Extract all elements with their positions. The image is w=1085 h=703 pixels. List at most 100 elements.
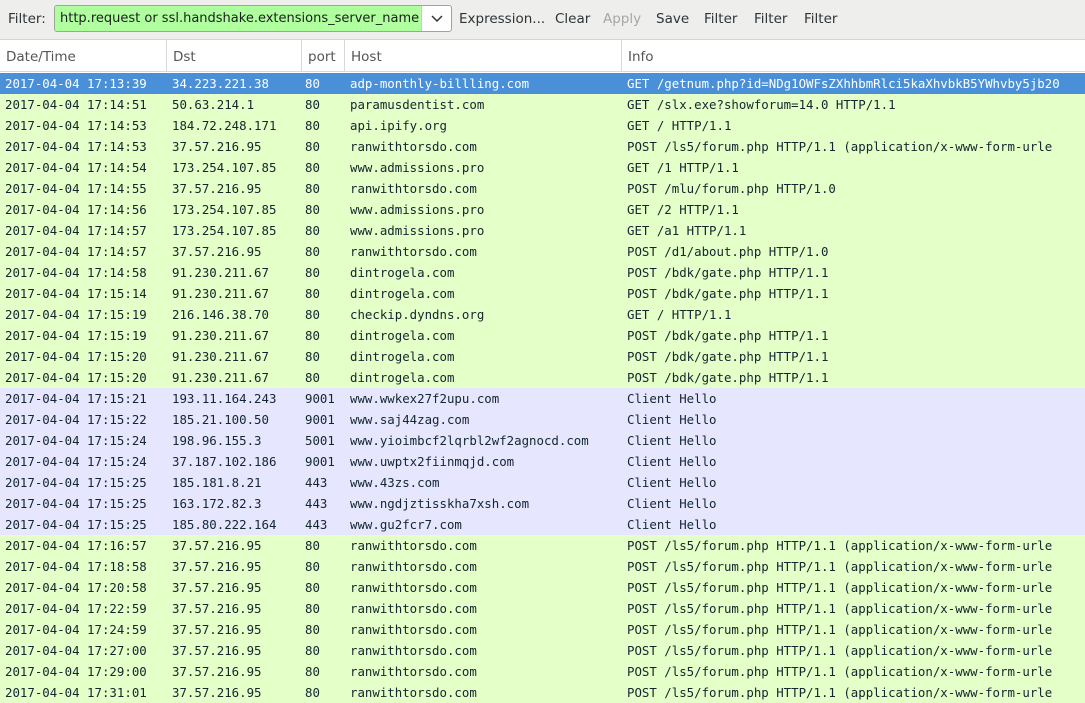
table-row[interactable]: 2017-04-04 17:27:00 37.57.216.95 80 ranwith… [0,640,1085,661]
column-header-info[interactable]: Info [622,40,1085,71]
cell-info: POST /ls5/forum.php HTTP/1.1 (applicatio… [627,622,1053,637]
table-row[interactable]: 2017-04-04 17:15:21 193.11.164.243 9001 www… [0,388,1085,409]
cell-info: POST /ls5/forum.php HTTP/1.1 (applicatio… [627,685,1053,700]
cell-host: dintrogela.com [350,349,455,364]
cell-info: Client Hello [627,412,717,427]
cell-info: POST /bdk/gate.php HTTP/1.1 [627,265,829,280]
cell-info: POST /bdk/gate.php HTTP/1.1 [627,286,829,301]
cell-host: www.admissions.pro [350,223,485,238]
table-row[interactable]: 2017-04-04 17:15:14 91.230.211.67 80 dintro… [0,283,1085,304]
cell-dst: 91.230.211.67 [172,265,269,280]
cell-port: 80 [305,664,320,679]
table-row[interactable]: 2017-04-04 17:15:22 185.21.100.50 9001 www.… [0,409,1085,430]
column-header-port[interactable]: port [302,40,345,71]
cell-info: POST /bdk/gate.php HTTP/1.1 [627,370,829,385]
table-row[interactable]: 2017-04-04 17:22:59 37.57.216.95 80 ranwith… [0,598,1085,619]
table-row[interactable]: 2017-04-04 17:15:25 185.80.222.164 443 www.… [0,514,1085,535]
cell-dst: 91.230.211.67 [172,370,269,385]
cell-host: www.43zs.com [350,475,440,490]
table-row[interactable]: 2017-04-04 17:24:59 37.57.216.95 80 ranwith… [0,619,1085,640]
cell-port: 80 [305,118,320,133]
cell-port: 80 [305,643,320,658]
table-row[interactable]: 2017-04-04 17:14:58 91.230.211.67 80 dintro… [0,262,1085,283]
cell-dst: 173.254.107.85 [172,223,277,238]
cell-info: POST /ls5/forum.php HTTP/1.1 (applicatio… [627,643,1053,658]
table-row[interactable]: 2017-04-04 17:15:24 37.187.102.186 9001 www… [0,451,1085,472]
table-row[interactable]: 2017-04-04 17:14:53 37.57.216.95 80 ranwith… [0,136,1085,157]
table-row[interactable]: 2017-04-04 17:15:20 91.230.211.67 80 dintro… [0,346,1085,367]
cell-datetime: 2017-04-04 17:14:58 [5,265,147,280]
cell-dst: 37.57.216.95 [172,244,262,259]
column-header-host[interactable]: Host [345,40,622,71]
table-row[interactable]: 2017-04-04 17:15:25 163.172.82.3 443 www.ng… [0,493,1085,514]
table-row[interactable]: 2017-04-04 17:14:57 173.254.107.85 80 www.a… [0,220,1085,241]
save-button[interactable]: Save [656,11,689,27]
cell-host: www.wwkex27f2upu.com [350,391,500,406]
display-filter-combo[interactable]: http.request or ssl.handshake.extensions… [54,5,452,32]
cell-datetime: 2017-04-04 17:16:57 [5,538,147,553]
cell-host: ranwithtorsdo.com [350,622,477,637]
cell-info: POST /ls5/forum.php HTTP/1.1 (applicatio… [627,139,1053,154]
cell-info: POST /mlu/forum.php HTTP/1.0 [627,181,836,196]
filter-dropdown-button[interactable] [423,6,451,31]
table-row[interactable]: 2017-04-04 17:15:25 185.181.8.21 443 www.43… [0,472,1085,493]
table-row[interactable]: 2017-04-04 17:14:54 173.254.107.85 80 www.a… [0,157,1085,178]
cell-dst: 216.146.38.70 [172,307,269,322]
display-filter-input[interactable]: http.request or ssl.handshake.extensions… [55,6,422,31]
column-header-datetime[interactable]: Date/Time [0,40,167,71]
expression-button[interactable]: Expression... [459,11,545,27]
cell-host: ranwithtorsdo.com [350,685,477,700]
column-header-dst[interactable]: Dst [167,40,302,71]
cell-port: 9001 [305,391,335,406]
cell-port: 80 [305,559,320,574]
cell-datetime: 2017-04-04 17:15:25 [5,517,147,532]
cell-port: 80 [305,286,320,301]
table-row[interactable]: 2017-04-04 17:13:39 34.223.221.38 80 adp-mo… [0,73,1085,94]
clear-button[interactable]: Clear [555,11,590,27]
table-row[interactable]: 2017-04-04 17:14:55 37.57.216.95 80 ranwith… [0,178,1085,199]
cell-datetime: 2017-04-04 17:15:24 [5,454,147,469]
filter-button-3[interactable]: Filter [804,11,837,27]
table-row[interactable]: 2017-04-04 17:20:58 37.57.216.95 80 ranwith… [0,577,1085,598]
cell-dst: 37.57.216.95 [172,601,262,616]
cell-dst: 37.187.102.186 [172,454,277,469]
table-row[interactable]: 2017-04-04 17:18:58 37.57.216.95 80 ranwith… [0,556,1085,577]
cell-datetime: 2017-04-04 17:27:00 [5,643,147,658]
cell-port: 443 [305,517,328,532]
table-row[interactable]: 2017-04-04 17:15:19 216.146.38.70 80 checki… [0,304,1085,325]
table-row[interactable]: 2017-04-04 17:15:24 198.96.155.3 5001 www.y… [0,430,1085,451]
table-row[interactable]: 2017-04-04 17:16:57 37.57.216.95 80 ranwith… [0,535,1085,556]
cell-datetime: 2017-04-04 17:14:51 [5,97,147,112]
cell-port: 80 [305,223,320,238]
cell-info: POST /bdk/gate.php HTTP/1.1 [627,349,829,364]
cell-datetime: 2017-04-04 17:15:14 [5,286,147,301]
cell-port: 5001 [305,433,335,448]
filter-button-2[interactable]: Filter [754,11,787,27]
cell-dst: 37.57.216.95 [172,139,262,154]
filter-button-1[interactable]: Filter [704,11,737,27]
cell-dst: 173.254.107.85 [172,202,277,217]
cell-host: ranwithtorsdo.com [350,559,477,574]
cell-host: dintrogela.com [350,370,455,385]
table-row[interactable]: 2017-04-04 17:14:56 173.254.107.85 80 www.a… [0,199,1085,220]
table-row[interactable]: 2017-04-04 17:29:00 37.57.216.95 80 ranwith… [0,661,1085,682]
cell-host: adp-monthly-billling.com [350,76,530,91]
cell-datetime: 2017-04-04 17:13:39 [5,76,147,91]
cell-host: checkip.dyndns.org [350,307,485,322]
table-row[interactable]: 2017-04-04 17:15:19 91.230.211.67 80 dintro… [0,325,1085,346]
table-row[interactable]: 2017-04-04 17:14:51 50.63.214.1 80 paramusd… [0,94,1085,115]
cell-datetime: 2017-04-04 17:14:56 [5,202,147,217]
table-row[interactable]: 2017-04-04 17:14:53 184.72.248.171 80 api.i… [0,115,1085,136]
chevron-down-icon [431,15,443,23]
cell-host: www.gu2fcr7.com [350,517,462,532]
cell-info: GET /1 HTTP/1.1 [627,160,739,175]
cell-dst: 37.57.216.95 [172,622,262,637]
cell-datetime: 2017-04-04 17:14:57 [5,223,147,238]
apply-button[interactable]: Apply [603,11,641,27]
cell-datetime: 2017-04-04 17:15:20 [5,349,147,364]
cell-dst: 37.57.216.95 [172,181,262,196]
table-row[interactable]: 2017-04-04 17:14:57 37.57.216.95 80 ranwith… [0,241,1085,262]
table-row[interactable]: 2017-04-04 17:31:01 37.57.216.95 80 ranwith… [0,682,1085,703]
table-row[interactable]: 2017-04-04 17:15:20 91.230.211.67 80 dintro… [0,367,1085,388]
cell-dst: 37.57.216.95 [172,664,262,679]
